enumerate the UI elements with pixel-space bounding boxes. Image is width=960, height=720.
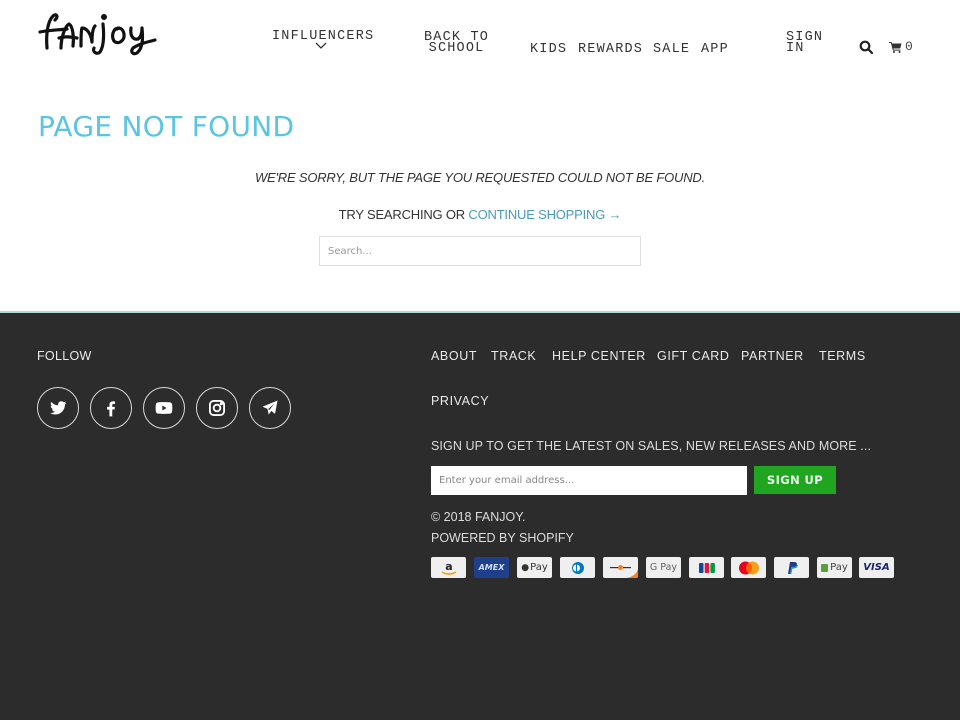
search-icon[interactable] (859, 40, 873, 54)
nav-influencers-label: INFLUENCERS (272, 29, 375, 44)
amex-label: AMEX (478, 563, 505, 572)
youtube-icon (155, 402, 173, 414)
visa-label: VISA (863, 562, 890, 573)
youtube-link[interactable] (143, 387, 185, 429)
footer-divider (0, 311, 960, 313)
amex-icon: AMEX (474, 557, 509, 578)
footer-link-privacy[interactable]: PRIVACY (431, 394, 489, 408)
powered-by-shopify-link[interactable]: POWERED BY SHOPIFY (431, 531, 574, 545)
nav-back-to-school-line2: SCHOOL (428, 41, 485, 56)
nav-sign-in[interactable]: SIGN IN (786, 31, 823, 56)
footer-link-help-center[interactable]: HELP CENTER (552, 349, 646, 363)
shop-pay-label: Pay (830, 562, 848, 573)
twitter-link[interactable] (37, 387, 79, 429)
telegram-icon (262, 400, 278, 415)
footer-link-terms[interactable]: TERMS (819, 349, 866, 363)
fanjoy-logo[interactable] (37, 8, 162, 56)
mastercard-icon (731, 557, 766, 578)
newsletter-text: SIGN UP TO GET THE LATEST ON SALES, NEW … (431, 439, 872, 453)
google-pay-icon: G Pay (646, 557, 681, 578)
telegram-link[interactable] (249, 387, 291, 429)
jcb-icon (689, 557, 724, 578)
sign-up-button[interactable]: SIGN UP (754, 466, 836, 494)
email-input[interactable] (431, 466, 747, 495)
apple-logo-icon: ● (521, 562, 530, 573)
diners-club-icon (560, 557, 595, 578)
discover-icon (603, 557, 638, 578)
instagram-link[interactable] (196, 387, 238, 429)
not-found-message: WE'RE SORRY, BUT THE PAGE YOU REQUESTED … (254, 170, 706, 185)
nav-back-to-school[interactable]: BACK TO SCHOOL (424, 31, 489, 56)
chevron-down-icon[interactable] (315, 42, 327, 50)
footer-link-gift-card[interactable]: GIFT CARD (657, 349, 730, 363)
apple-pay-label: Pay (530, 562, 548, 573)
cart-count[interactable]: 0 (905, 40, 913, 53)
shopify-bag-icon (821, 563, 829, 572)
nav-kids[interactable]: KIDS (530, 42, 568, 57)
twitter-icon (50, 401, 67, 415)
amazon-pay-icon: a (431, 557, 466, 578)
nav-app-label: APP (701, 42, 729, 57)
cart-icon[interactable] (889, 41, 902, 53)
nav-influencers[interactable]: INFLUENCERS (272, 29, 375, 44)
footer-link-partner[interactable]: PARTNER (741, 349, 804, 363)
continue-shopping-link[interactable]: CONTINUE SHOPPING → (468, 207, 621, 222)
search-input[interactable] (319, 236, 641, 266)
page-title: PAGE NOT FOUND (38, 110, 295, 143)
facebook-icon (107, 401, 115, 417)
google-pay-label: G Pay (649, 562, 678, 573)
paypal-icon (774, 557, 809, 578)
nav-app[interactable]: APP (701, 42, 729, 57)
instagram-icon (209, 400, 225, 416)
nav-sale-label: SALE (653, 42, 691, 57)
try-searching-text: TRY SEARCHING OR (338, 207, 469, 222)
nav-kids-label: KIDS (530, 42, 568, 57)
copyright-text: © 2018 FANJOY. (431, 510, 526, 524)
try-searching-line: TRY SEARCHING OR CONTINUE SHOPPING → (0, 207, 960, 222)
nav-rewards[interactable]: REWARDS (578, 42, 644, 57)
footer-link-track[interactable]: TRACK (491, 349, 536, 363)
footer-link-about[interactable]: ABOUT (431, 349, 477, 363)
nav-rewards-label: REWARDS (578, 42, 644, 57)
follow-heading: FOLLOW (37, 349, 92, 363)
amazon-pay-label: a (445, 560, 452, 573)
facebook-link[interactable] (90, 387, 132, 429)
shop-pay-icon: Pay (817, 557, 852, 578)
apple-pay-icon: ● Pay (517, 557, 552, 578)
visa-icon: VISA (859, 557, 894, 578)
nav-sale[interactable]: SALE (653, 42, 691, 57)
